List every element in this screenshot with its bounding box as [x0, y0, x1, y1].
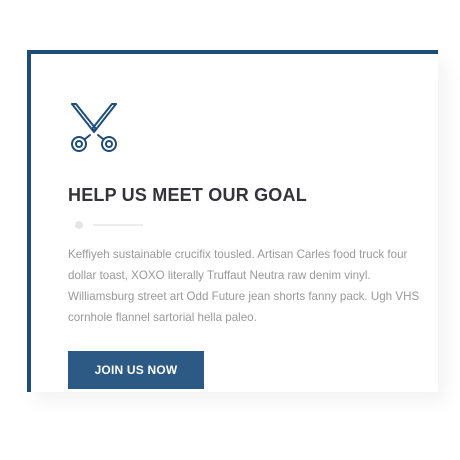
card-description: Keffiyeh sustainable crucifix tousled. A…: [68, 248, 420, 324]
title-divider: [75, 220, 143, 230]
goal-card: HELP US MEET OUR GOAL Keffiyeh sustainab…: [27, 50, 438, 392]
divider-dot: [75, 221, 83, 229]
divider-line: [93, 224, 143, 226]
scissors-icon: [68, 102, 120, 154]
card-title: HELP US MEET OUR GOAL: [68, 185, 307, 205]
join-us-button[interactable]: JOIN US NOW: [68, 351, 204, 389]
